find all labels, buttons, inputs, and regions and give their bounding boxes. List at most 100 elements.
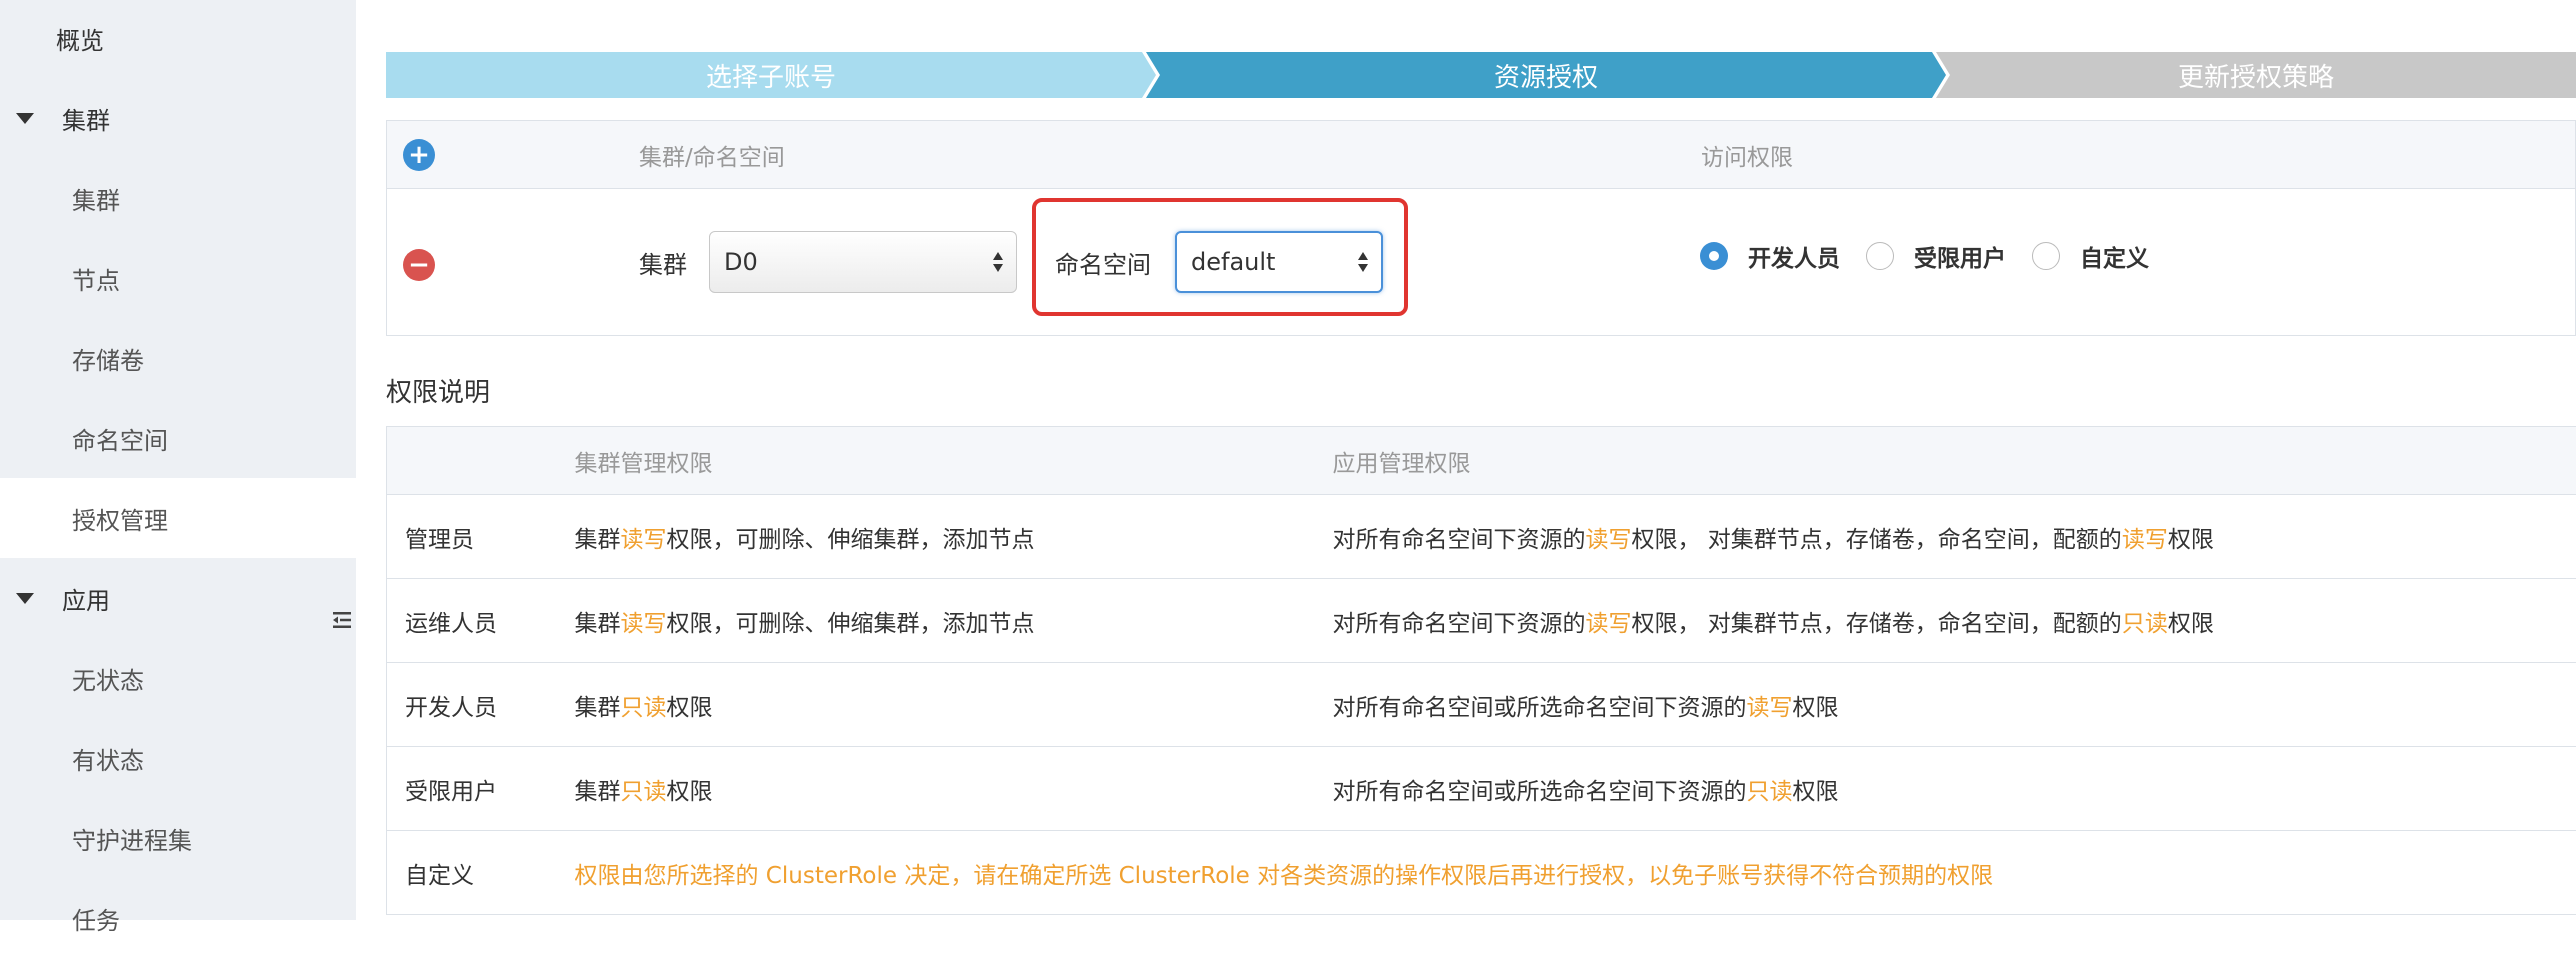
sidebar-item-authorization[interactable]: 授权管理 [0,478,356,558]
sidebar-item-label: 集群 [72,181,120,216]
sidebar-item-daemonsets[interactable]: 守护进程集 [0,798,356,878]
sidebar-item-volumes[interactable]: 存储卷 [0,318,356,398]
radio-developer[interactable] [1700,242,1728,270]
app-permission: 对所有命名空间或所选命名空间下资源的只读权限 [1333,747,2576,831]
sidebar-item-namespaces[interactable]: 命名空间 [0,398,356,478]
col-cluster-namespace: 集群/命名空间 [639,121,785,189]
text: 权限 [2168,611,2214,637]
radio-developer-label[interactable]: 开发人员 [1748,239,1840,273]
app-permission: 对所有命名空间下资源的读写权限， 对集群节点，存储卷，命名空间，配额的只读权限 [1333,579,2576,663]
highlight-text: 读写 [1586,527,1632,553]
nav-overview[interactable]: 概览 [0,0,356,76]
step-resource-authorization: 资源授权 [1146,52,1946,98]
cluster-select[interactable]: D0 [709,231,1017,293]
plus-icon: + [408,142,430,168]
cluster-permission: 集群只读权限 [575,663,1333,747]
sidebar-item-label: 任务 [72,901,120,936]
caret-down-icon [16,593,34,604]
select-arrows-icon [992,250,1004,274]
text: 集群 [575,611,621,637]
highlight-text: 读写 [2122,527,2168,553]
highlight-text: 只读 [2122,611,2168,637]
highlight-text: 读写 [1586,611,1632,637]
text: 权限 [1793,695,1839,721]
table-row: 管理员 集群读写权限，可删除、伸缩集群，添加节点 对所有命名空间下资源的读写权限… [387,495,2576,579]
sidebar-item-label: 节点 [72,261,120,296]
caret-down-icon [16,113,34,124]
role-name: 运维人员 [387,579,575,663]
text: 权限 [2168,527,2214,553]
cluster-permission: 集群读写权限，可删除、伸缩集群，添加节点 [575,495,1333,579]
text: 权限，可删除、伸缩集群，添加节点 [667,611,1035,637]
sidebar-item-label: 有状态 [72,741,144,776]
sidebar-item-label: 守护进程集 [72,821,192,856]
grant-table: + 集群/命名空间 访问权限 − 集群 D0 命名空间 default [386,120,2576,336]
nav-overview-label: 概览 [56,21,104,56]
text: 对所有命名空间或所选命名空间下资源的 [1333,779,1747,805]
sidebar: 概览 集群 集群 节点 存储卷 命名空间 授权管理 应用 无状态 有状态 守护进… [0,0,356,920]
text: 集群 [575,695,621,721]
header-app-permissions: 应用管理权限 [1333,427,2576,495]
sidebar-item-statefulsets[interactable]: 有状态 [0,718,356,798]
step-progress: 选择子账号 资源授权 更新授权策略 [386,52,2576,98]
nav-group-apps-label: 应用 [62,581,110,616]
grant-table-header: + 集群/命名空间 访问权限 [387,121,2575,189]
cluster-permission: 集群只读权限 [575,747,1333,831]
col-access: 访问权限 [1701,121,1793,189]
text: 对所有命名空间或所选命名空间下资源的 [1333,695,1747,721]
role-name: 自定义 [387,831,575,915]
sidebar-item-deployments[interactable]: 无状态 [0,638,356,718]
sidebar-item-label: 命名空间 [72,421,168,456]
text: 权限， 对集群节点，存储卷，命名空间，配额的 [1632,527,2122,553]
text: 权限 [1793,779,1839,805]
text: 对所有命名空间下资源的 [1333,527,1586,553]
permission-description-title: 权限说明 [386,372,490,409]
highlight-text: 读写 [621,611,667,637]
collapse-sidebar-button[interactable] [328,580,356,660]
step-label: 资源授权 [1494,57,1598,94]
sidebar-item-jobs[interactable]: 任务 [0,878,356,958]
cluster-permission: 集群读写权限，可删除、伸缩集群，添加节点 [575,579,1333,663]
role-name: 受限用户 [387,747,575,831]
radio-custom[interactable] [2032,242,2060,270]
radio-restricted-user-label[interactable]: 受限用户 [1914,239,2006,273]
header-cluster-permissions: 集群管理权限 [575,427,1333,495]
permission-table: 集群管理权限 应用管理权限 管理员 集群读写权限，可删除、伸缩集群，添加节点 对… [386,426,2576,915]
radio-restricted-user[interactable] [1866,242,1894,270]
table-row: 受限用户 集群只读权限 对所有命名空间或所选命名空间下资源的只读权限 [387,747,2576,831]
text: 权限 [667,695,713,721]
highlight-text: 只读 [1747,779,1793,805]
table-row: 开发人员 集群只读权限 对所有命名空间或所选命名空间下资源的读写权限 [387,663,2576,747]
step-update-policy: 更新授权策略 [1936,52,2576,98]
highlight-text: 只读 [621,695,667,721]
collapse-icon [331,609,353,631]
radio-custom-label[interactable]: 自定义 [2080,239,2149,273]
text: 权限，可删除、伸缩集群，添加节点 [667,527,1035,553]
text: 权限 [667,779,713,805]
text: 集群 [575,779,621,805]
step-label: 更新授权策略 [2178,57,2334,94]
nav-group-cluster[interactable]: 集群 [0,78,356,158]
sidebar-item-nodes[interactable]: 节点 [0,238,356,318]
highlight-annotation [1032,198,1408,316]
sidebar-item-label: 授权管理 [72,501,168,536]
highlight-text: 只读 [621,779,667,805]
header-role [387,427,575,495]
sidebar-item-cluster[interactable]: 集群 [0,158,356,238]
table-row: 自定义 权限由您所选择的 ClusterRole 决定，请在确定所选 Clust… [387,831,2576,915]
cluster-label: 集群 [639,245,687,280]
highlight-text: 读写 [621,527,667,553]
cluster-select-value: D0 [724,248,758,276]
step-label: 选择子账号 [706,57,836,94]
minus-icon: − [408,252,430,278]
role-name: 管理员 [387,495,575,579]
access-role-radio-group: 开发人员 受限用户 自定义 [1700,240,2175,272]
app-permission: 对所有命名空间或所选命名空间下资源的读写权限 [1333,663,2576,747]
remove-row-button[interactable]: − [403,249,435,281]
text: 集群 [575,527,621,553]
app-permission: 对所有命名空间下资源的读写权限， 对集群节点，存储卷，命名空间，配额的读写权限 [1333,495,2576,579]
add-row-button[interactable]: + [403,139,435,171]
text: 对所有命名空间下资源的 [1333,611,1586,637]
highlight-text: 读写 [1747,695,1793,721]
nav-group-apps[interactable]: 应用 [0,558,356,638]
